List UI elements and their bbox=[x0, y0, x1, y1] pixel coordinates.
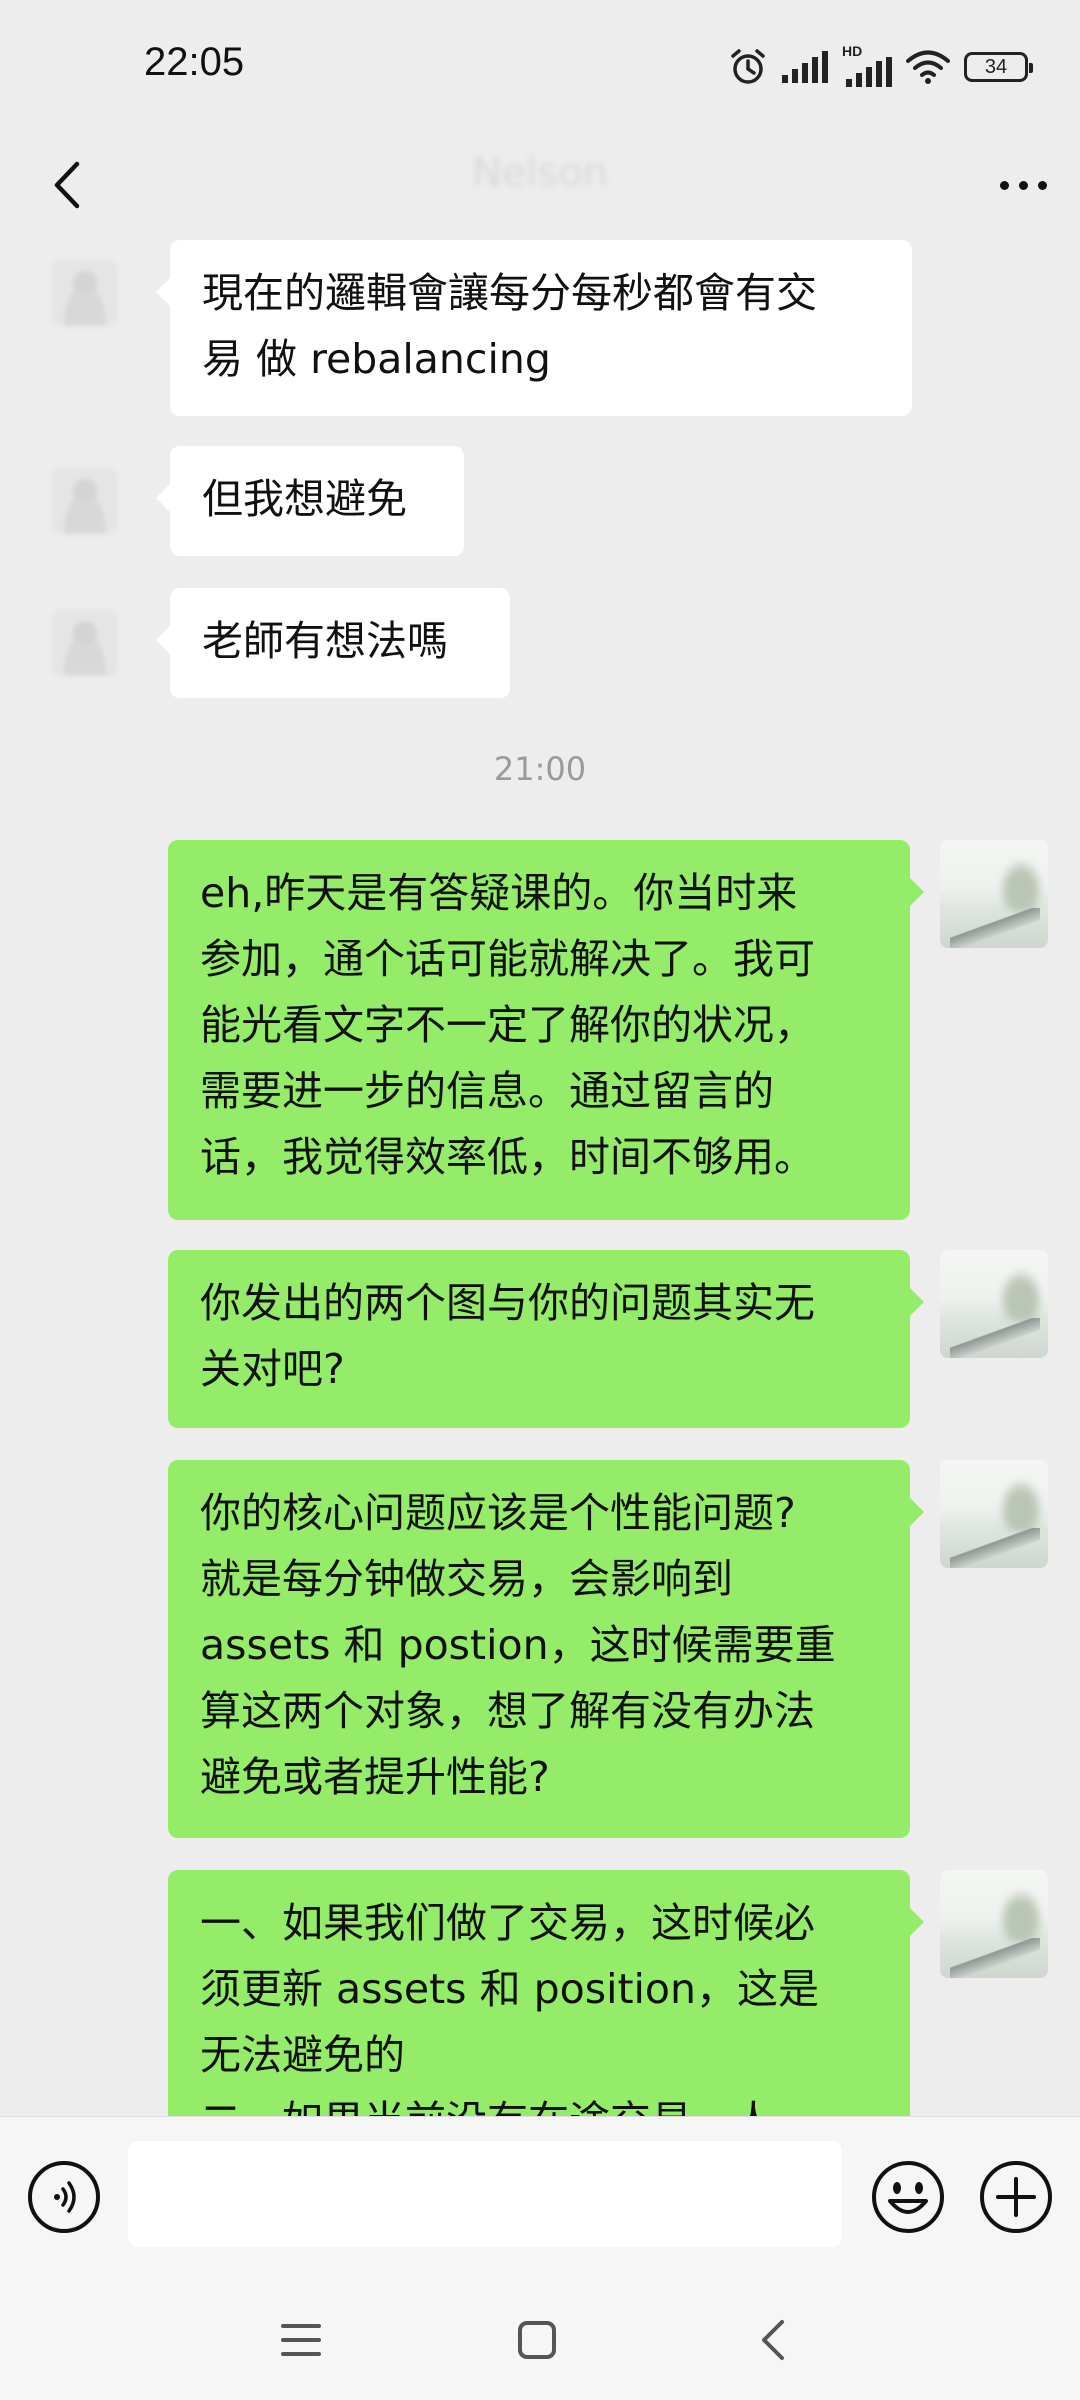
alarm-icon bbox=[731, 49, 765, 84]
message-input[interactable] bbox=[128, 2141, 842, 2247]
voice-icon bbox=[54, 2181, 76, 2213]
emoji-icon[interactable] bbox=[870, 2159, 946, 2235]
status-icons: HD 34 bbox=[728, 42, 1033, 92]
message-bubble-outgoing[interactable]: 一、如果我们做了交易，这时候必 须更新 assets 和 position，这是… bbox=[168, 1870, 924, 2116]
plus-icon[interactable] bbox=[978, 2159, 1054, 2235]
battery-level: 34 bbox=[984, 55, 1008, 78]
system-back-button[interactable] bbox=[738, 2310, 808, 2370]
my-avatar[interactable] bbox=[940, 1460, 1048, 1568]
my-avatar[interactable] bbox=[940, 840, 1048, 948]
menu-button[interactable] bbox=[266, 2310, 336, 2370]
message-bubble-outgoing[interactable]: eh,昨天是有答疑课的。你当时来 参加，通个话可能就解决了。我可 能光看文字不一… bbox=[168, 840, 924, 1220]
system-navigation-bar bbox=[0, 2282, 1080, 2400]
message-bubble-incoming[interactable]: 但我想避免 bbox=[156, 446, 464, 556]
message-bubble-outgoing[interactable]: 你发出的两个图与你的问题其实无 关对吧? bbox=[168, 1250, 924, 1428]
battery-icon: 34 bbox=[964, 52, 1033, 82]
signal-icon bbox=[782, 51, 828, 83]
contact-avatar[interactable] bbox=[52, 610, 118, 676]
home-button[interactable] bbox=[502, 2310, 572, 2370]
my-avatar[interactable] bbox=[940, 1870, 1048, 1978]
message-bubble-outgoing[interactable]: 你的核心问题应该是个性能问题? 就是每分钟做交易，会影响到 assets 和 p… bbox=[168, 1460, 924, 1838]
menu-icon bbox=[281, 2324, 321, 2356]
more-dots-icon bbox=[999, 180, 1009, 190]
back-icon bbox=[762, 2320, 784, 2360]
my-avatar[interactable] bbox=[940, 1250, 1048, 1358]
voice-button[interactable] bbox=[28, 2161, 100, 2233]
status-time: 22:05 bbox=[144, 40, 245, 84]
message-timestamp: 21:00 bbox=[493, 750, 587, 788]
status-bar: 22:05 HD 34 bbox=[0, 0, 1080, 130]
input-bar bbox=[0, 2116, 1080, 2283]
hd-signal-icon: HD bbox=[842, 43, 892, 87]
home-icon bbox=[518, 2321, 556, 2359]
chat-title: Nelson bbox=[471, 150, 609, 196]
more-button[interactable] bbox=[986, 148, 1060, 222]
contact-avatar[interactable] bbox=[52, 260, 118, 326]
chat-message-list[interactable]: 現在的邏輯會讓每分每秒都會有交 易 做 rebalancing 但我想避免 老師… bbox=[0, 240, 1080, 2116]
contact-avatar[interactable] bbox=[52, 468, 118, 534]
message-bubble-incoming[interactable]: 老師有想法嗎 bbox=[156, 588, 510, 698]
wifi-icon bbox=[906, 50, 950, 84]
message-bubble-incoming[interactable]: 現在的邏輯會讓每分每秒都會有交 易 做 rebalancing bbox=[156, 240, 912, 416]
chat-header: Nelson bbox=[0, 130, 1080, 240]
